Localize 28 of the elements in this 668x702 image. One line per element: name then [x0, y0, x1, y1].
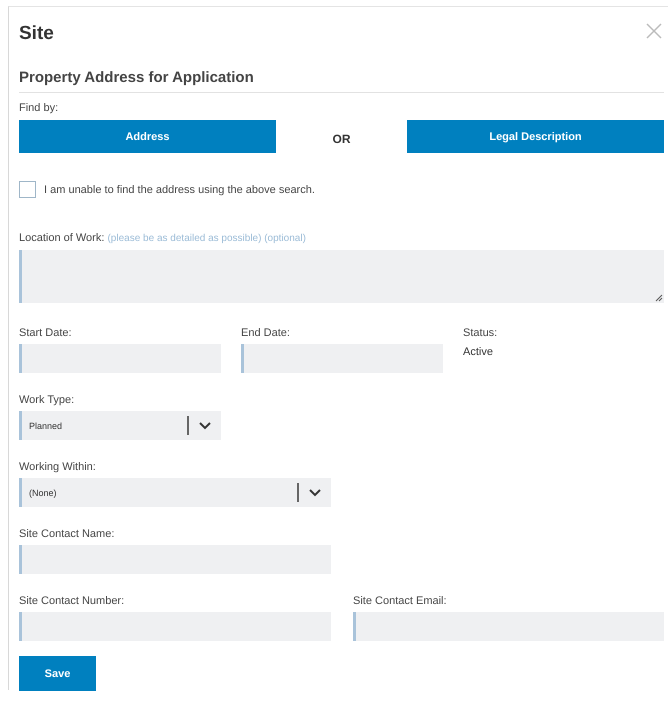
working-within-label: Working Within: — [19, 461, 97, 473]
resize-grip-icon[interactable] — [655, 294, 663, 302]
contact-email-label: Site Contact Email: — [353, 595, 448, 607]
work-type-select[interactable]: Planned — [19, 411, 221, 440]
contact-name-field[interactable] — [19, 545, 331, 574]
legal-description-button[interactable]: Legal Description — [407, 120, 664, 153]
checkbox[interactable] — [19, 181, 36, 198]
or-separator: OR — [332, 132, 350, 146]
close-icon[interactable] — [646, 23, 662, 39]
working-within-select[interactable]: (None) — [19, 478, 331, 507]
save-button[interactable]: Save — [19, 656, 96, 691]
end-date-label: End Date: — [241, 327, 291, 339]
contact-number-label: Site Contact Number: — [19, 595, 126, 607]
location-label: Location of Work: (please be as detailed as possible) (optional) — [19, 232, 306, 244]
end-date-field[interactable] — [241, 344, 443, 373]
status-value: Active — [463, 346, 494, 358]
contact-number-field[interactable] — [19, 612, 331, 641]
address-button[interactable]: Address — [19, 120, 276, 153]
contact-email-field[interactable] — [353, 612, 664, 641]
dialog-title: Site — [19, 23, 54, 45]
find-by-label: Find by: — [19, 102, 58, 114]
start-date-field[interactable] — [19, 344, 221, 373]
work-type-label: Work Type: — [19, 394, 76, 406]
status-label: Status: — [463, 327, 498, 339]
contact-name-label: Site Contact Name: — [19, 528, 116, 540]
start-date-label: Start Date: — [19, 327, 73, 339]
section-heading: Property Address for Application — [19, 69, 664, 93]
checkbox-label: I am unable to find the address using the above search. — [44, 184, 315, 196]
